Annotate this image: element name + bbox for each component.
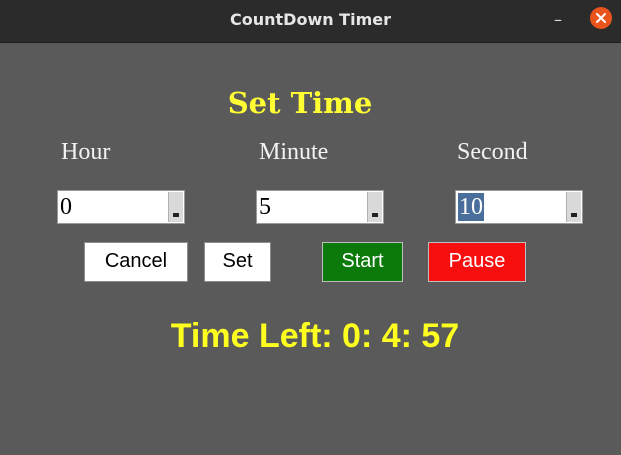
start-button[interactable]: Start (322, 242, 403, 282)
minute-spinbox[interactable]: 5 (256, 190, 384, 224)
time-left-display: Time Left: 0: 4: 57 (170, 317, 460, 355)
cancel-button[interactable]: Cancel (84, 242, 188, 282)
hour-spinbox[interactable]: 0 (57, 190, 185, 224)
minute-dropdown-arrow-icon[interactable] (367, 192, 382, 222)
hour-label: Hour (61, 139, 111, 165)
window-title: CountDown Timer (230, 10, 391, 29)
minimize-icon[interactable]: – (548, 10, 568, 30)
minute-label: Minute (259, 139, 329, 165)
hour-dropdown-arrow-icon[interactable] (168, 192, 183, 222)
second-dropdown-arrow-icon[interactable] (566, 192, 581, 222)
minute-value[interactable]: 5 (259, 193, 271, 221)
second-spinbox[interactable]: 10 (455, 190, 583, 224)
close-icon[interactable] (590, 7, 612, 29)
set-button[interactable]: Set (204, 242, 271, 282)
hour-value[interactable]: 0 (60, 193, 72, 221)
second-label: Second (457, 139, 528, 165)
title-bar: CountDown Timer – (0, 0, 621, 43)
set-time-heading: Set Time (227, 86, 373, 120)
second-value[interactable]: 10 (458, 193, 484, 221)
pause-button[interactable]: Pause (428, 242, 526, 282)
